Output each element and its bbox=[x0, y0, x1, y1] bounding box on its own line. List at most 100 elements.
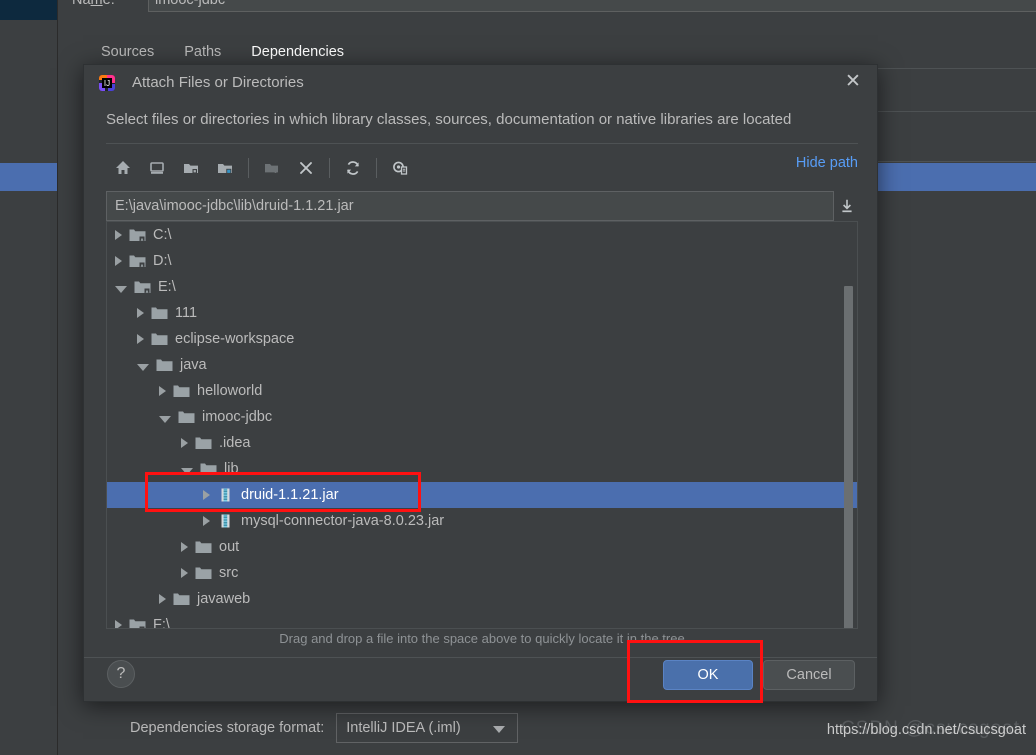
toolbar-separator-3 bbox=[376, 158, 377, 178]
close-icon[interactable]: ✕ bbox=[843, 72, 863, 93]
chevron-right-icon[interactable] bbox=[115, 230, 122, 240]
drive-folder-icon bbox=[129, 228, 146, 242]
tree-row-label: E:\ bbox=[158, 279, 176, 295]
dialog-subtitle: Select files or directories in which lib… bbox=[106, 111, 792, 128]
module-folder-icon[interactable] bbox=[208, 153, 242, 183]
folder-icon bbox=[151, 306, 168, 320]
tree-row-label: .idea bbox=[219, 435, 251, 451]
tab-paths[interactable]: Paths bbox=[169, 37, 236, 67]
tree-row-label: javaweb bbox=[197, 591, 251, 607]
chevron-down-icon[interactable] bbox=[159, 415, 171, 423]
chevron-right-icon[interactable] bbox=[203, 516, 210, 526]
module-name-label: Name: bbox=[72, 0, 115, 8]
storage-format-value: IntelliJ IDEA (.iml) bbox=[346, 720, 461, 736]
new-folder-icon[interactable] bbox=[255, 153, 289, 183]
dialog-titlebar: IJ Attach Files or Directories ✕ bbox=[84, 65, 877, 101]
chevron-right-icon[interactable] bbox=[115, 256, 122, 266]
ok-button[interactable]: OK bbox=[663, 660, 753, 690]
tree-row-label: lib bbox=[224, 461, 239, 477]
chevron-right-icon[interactable] bbox=[137, 308, 144, 318]
drive-folder-icon bbox=[129, 254, 146, 268]
storage-format-label: Dependencies storage format: bbox=[130, 720, 325, 736]
attach-files-dialog: IJ Attach Files or Directories ✕ Select … bbox=[83, 64, 878, 702]
folder-icon bbox=[151, 332, 168, 346]
drive-folder-icon bbox=[129, 618, 146, 628]
dialog-footer-separator bbox=[84, 657, 877, 658]
ide-rail-row-highlight bbox=[0, 163, 57, 191]
chevron-down-icon[interactable] bbox=[137, 363, 149, 371]
jar-icon bbox=[217, 514, 234, 528]
tree-row-helloworld[interactable]: helloworld bbox=[107, 378, 857, 404]
tree-scrollbar-thumb[interactable] bbox=[844, 286, 853, 628]
drag-drop-hint: Drag and drop a file into the space abov… bbox=[279, 631, 685, 646]
chevron-right-icon[interactable] bbox=[181, 568, 188, 578]
chevron-right-icon[interactable] bbox=[159, 386, 166, 396]
ide-left-rail bbox=[0, 0, 57, 755]
module-name-input[interactable]: imooc-jdbc bbox=[148, 0, 1036, 12]
path-row: E:\java\imooc-jdbc\lib\druid-1.1.21.jar bbox=[106, 191, 858, 221]
show-hidden-icon[interactable] bbox=[383, 153, 417, 183]
folder-icon bbox=[195, 436, 212, 450]
screen-root: Name: imooc-jdbc Sources Paths Dependenc… bbox=[0, 0, 1036, 755]
hide-path-link[interactable]: Hide path bbox=[796, 155, 858, 171]
cancel-button[interactable]: Cancel bbox=[763, 660, 855, 690]
chevron-right-icon[interactable] bbox=[159, 594, 166, 604]
chevron-down-icon[interactable] bbox=[115, 285, 127, 293]
tab-sources[interactable]: Sources bbox=[86, 37, 169, 67]
tree-row-druid-1121jar[interactable]: druid-1.1.21.jar bbox=[107, 482, 857, 508]
chevron-right-icon[interactable] bbox=[203, 490, 210, 500]
tree-row-javaweb[interactable]: javaweb bbox=[107, 586, 857, 612]
tree-row-label: imooc-jdbc bbox=[202, 409, 273, 425]
chevron-right-icon[interactable] bbox=[181, 542, 188, 552]
download-icon[interactable] bbox=[836, 195, 858, 217]
tree-row-label: out bbox=[219, 539, 240, 555]
chevron-right-icon[interactable] bbox=[137, 334, 144, 344]
ide-rail-selected-strip bbox=[0, 0, 57, 20]
delete-icon[interactable] bbox=[289, 153, 323, 183]
tree-row-imooc-jdbc[interactable]: imooc-jdbc bbox=[107, 404, 857, 430]
project-folder-icon[interactable] bbox=[174, 153, 208, 183]
tree-row-label: mysql-connector-java-8.0.23.jar bbox=[241, 513, 445, 529]
folder-icon bbox=[195, 540, 212, 554]
folder-icon bbox=[195, 566, 212, 580]
tree-row-c[interactable]: C:\ bbox=[107, 222, 857, 248]
tree-row-label: F:\ bbox=[153, 617, 170, 629]
dialog-separator bbox=[106, 143, 858, 144]
file-tree-rows: C:\ D:\ E:\ 111 eclipse-workspace java hellowo… bbox=[107, 222, 857, 629]
tree-row-idea[interactable]: .idea bbox=[107, 430, 857, 456]
tree-row-eclipse-workspace[interactable]: eclipse-workspace bbox=[107, 326, 857, 352]
tree-row-label: src bbox=[219, 565, 239, 581]
home-icon[interactable] bbox=[106, 153, 140, 183]
tree-row-src[interactable]: src bbox=[107, 560, 857, 586]
tree-row-lib[interactable]: lib bbox=[107, 456, 857, 482]
file-chooser-toolbar: Hide path bbox=[106, 149, 858, 187]
tree-row-out[interactable]: out bbox=[107, 534, 857, 560]
drive-folder-icon bbox=[134, 280, 151, 294]
tree-row-java[interactable]: java bbox=[107, 352, 857, 378]
chevron-right-icon[interactable] bbox=[181, 438, 188, 448]
toolbar-separator bbox=[248, 158, 249, 178]
tree-row-mysql-connector-java-8023jar[interactable]: mysql-connector-java-8.0.23.jar bbox=[107, 508, 857, 534]
storage-format-select[interactable]: IntelliJ IDEA (.iml) bbox=[336, 713, 519, 743]
path-input[interactable]: E:\java\imooc-jdbc\lib\druid-1.1.21.jar bbox=[106, 191, 834, 221]
tree-row-label: D:\ bbox=[153, 253, 172, 269]
tree-row-label: eclipse-workspace bbox=[175, 331, 295, 347]
help-button[interactable]: ? bbox=[107, 660, 135, 688]
file-tree[interactable]: C:\ D:\ E:\ 111 eclipse-workspace java hellowo… bbox=[106, 221, 858, 629]
tree-row-label: java bbox=[180, 357, 207, 373]
chevron-right-icon[interactable] bbox=[115, 620, 122, 628]
jar-icon bbox=[217, 488, 234, 502]
module-name-row: Name: imooc-jdbc bbox=[72, 0, 1036, 18]
folder-icon bbox=[200, 462, 217, 476]
tab-dependencies[interactable]: Dependencies bbox=[236, 37, 359, 67]
tree-row-f[interactable]: F:\ bbox=[107, 612, 857, 629]
tree-row-d[interactable]: D:\ bbox=[107, 248, 857, 274]
chevron-down-icon bbox=[493, 726, 506, 733]
refresh-icon[interactable] bbox=[336, 153, 370, 183]
tree-row-111[interactable]: 111 bbox=[107, 300, 857, 326]
folder-icon bbox=[178, 410, 195, 424]
chevron-down-icon[interactable] bbox=[181, 467, 193, 475]
svg-text:IJ: IJ bbox=[104, 79, 110, 88]
desktop-icon[interactable] bbox=[140, 153, 174, 183]
tree-row-e[interactable]: E:\ bbox=[107, 274, 857, 300]
